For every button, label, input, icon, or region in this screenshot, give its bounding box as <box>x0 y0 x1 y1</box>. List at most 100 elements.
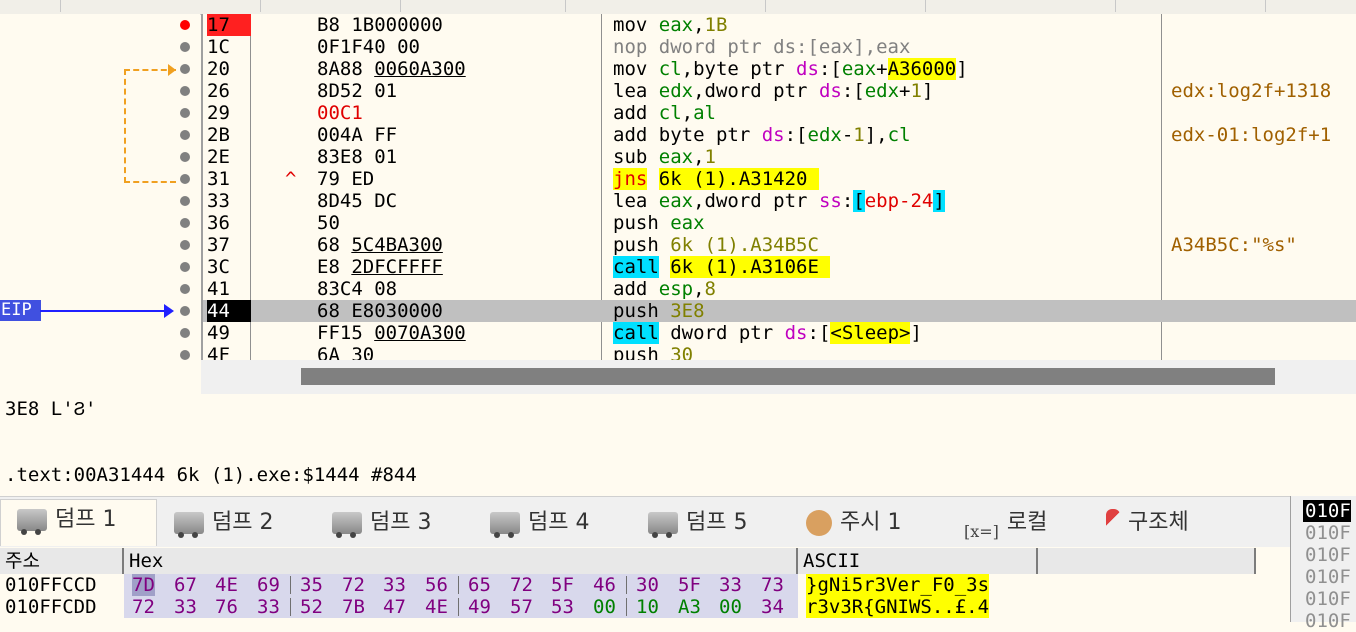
toolbar-segment[interactable] <box>925 0 1116 12</box>
hex-byte[interactable]: 4E <box>425 596 448 618</box>
breakpoint-slot-icon[interactable] <box>180 108 190 118</box>
hex-byte[interactable]: 34 <box>761 596 784 618</box>
disasm-row[interactable]: 33 8D45 DC lea eax,dword ptr ss:[ebp-24] <box>203 190 1356 212</box>
header-hex[interactable]: Hex <box>124 548 798 574</box>
breakpoint-slot-icon[interactable] <box>180 240 190 250</box>
disasm-row[interactable]: 41 83C4 08 add esp,8 <box>203 278 1356 300</box>
tab-6[interactable]: 주시 1 <box>790 503 945 543</box>
hex-group-divider <box>290 576 291 594</box>
toolbar-segment[interactable] <box>60 0 261 12</box>
ascii-text[interactable]: r3v3R{GNIWS..£.4 <box>806 596 990 618</box>
toolbar-segment[interactable] <box>765 0 926 12</box>
breakpoint-slot-icon[interactable] <box>180 152 190 162</box>
disasm-row[interactable]: 1C 0F1F40 00 nop dword ptr ds:[eax],eax <box>203 36 1356 58</box>
hex-byte[interactable]: 33 <box>174 596 197 618</box>
tab-7[interactable]: [x=] 로컬 <box>948 503 1088 543</box>
hex-byte[interactable]: 46 <box>593 574 616 596</box>
tab-1[interactable]: 덤프 1 <box>0 499 157 546</box>
hex-dump-view[interactable]: 주소 Hex ASCII 010FFCCD 7D 67 4E 69 35 72 33 56 65 7… <box>0 548 1290 622</box>
hex-byte[interactable]: 49 <box>468 596 491 618</box>
breakpoint-icon[interactable] <box>180 20 190 30</box>
disassembly-view[interactable]: 17 B8 1B000000 mov eax,1B 1C 0F1F40 00 nop dw… <box>201 14 1356 360</box>
hex-byte[interactable]: 72 <box>342 574 365 596</box>
hex-byte[interactable]: 7D <box>132 574 155 596</box>
ascii-text[interactable]: }gNi5r3Ver_F0_3s <box>806 574 990 596</box>
tab-4[interactable]: 덤프 4 <box>474 503 629 543</box>
disasm-row[interactable]: 2B 004A FF add byte ptr ds:[edx-1],cl edx-0… <box>203 124 1356 146</box>
breakpoint-slot-icon[interactable] <box>180 130 190 140</box>
horizontal-scrollbar[interactable] <box>201 360 1356 394</box>
disasm-row[interactable]: 26 8D52 01 lea edx,dword ptr ds:[edx+1] edx… <box>203 80 1356 102</box>
disasm-row[interactable]: 3C E8 2DFCFFFF call 6k (1).A3106E <box>203 256 1356 278</box>
hex-byte[interactable]: 5F <box>678 574 701 596</box>
instruction-address: 37 <box>207 234 230 256</box>
header-address[interactable]: 주소 <box>0 548 124 574</box>
breakpoint-slot-icon[interactable] <box>180 284 190 294</box>
stack-address[interactable]: 010F <box>1305 610 1351 632</box>
hex-byte[interactable]: 10 <box>636 596 659 618</box>
breakpoint-slot-icon[interactable] <box>180 86 190 96</box>
hex-byte[interactable]: 65 <box>468 574 491 596</box>
tab-8[interactable]: 구조체 <box>1090 503 1235 543</box>
stack-address[interactable]: 010F <box>1305 588 1351 610</box>
scrollbar-thumb[interactable] <box>301 368 1275 385</box>
disasm-row[interactable]: 17 B8 1B000000 mov eax,1B <box>203 14 1356 36</box>
hex-byte[interactable]: A3 <box>678 596 701 618</box>
hex-byte[interactable]: 4E <box>215 574 238 596</box>
toolbar-segment[interactable] <box>565 0 766 12</box>
breakpoint-slot-icon[interactable] <box>180 218 190 228</box>
toolbar-segment[interactable] <box>400 0 566 12</box>
disasm-row[interactable]: 49 FF15 0070A300 call dword ptr ds:[<Sleep… <box>203 322 1356 344</box>
stack-address[interactable]: 010F <box>1305 544 1351 566</box>
breakpoint-slot-icon[interactable] <box>180 306 190 316</box>
hex-byte[interactable]: 7B <box>342 596 365 618</box>
disasm-row[interactable]: 44 68 E8030000 push 3E8 <box>203 300 1356 322</box>
hex-byte[interactable]: 73 <box>761 574 784 596</box>
hex-byte[interactable]: 00 <box>593 596 616 618</box>
disasm-row[interactable]: 31 ^ 79 ED jns 6k (1).A31420 <box>203 168 1356 190</box>
hex-byte[interactable]: 47 <box>383 596 406 618</box>
disasm-row[interactable]: 20 8A88 0060A300 mov cl,byte ptr ds:[eax+A… <box>203 58 1356 80</box>
hex-byte[interactable]: 57 <box>510 596 533 618</box>
toolbar-segment[interactable] <box>1115 0 1266 12</box>
hex-byte[interactable]: 5F <box>551 574 574 596</box>
toolbar-segment[interactable] <box>0 0 61 12</box>
hex-byte[interactable]: 35 <box>300 574 323 596</box>
breakpoint-slot-icon[interactable] <box>180 42 190 52</box>
stack-address[interactable]: 010F <box>1305 522 1351 544</box>
hex-byte[interactable]: 33 <box>383 574 406 596</box>
breakpoint-slot-icon[interactable] <box>180 174 190 184</box>
disasm-row[interactable]: 2E 83E8 01 sub eax,1 <box>203 146 1356 168</box>
dump-row[interactable]: 010FFCCD 7D 67 4E 69 35 72 33 56 65 72 5F 46 30 5F 33 73… <box>0 574 1256 596</box>
hex-byte[interactable]: 52 <box>300 596 323 618</box>
tab-3[interactable]: 덤프 3 <box>316 503 471 543</box>
hex-byte[interactable]: 76 <box>215 596 238 618</box>
dump-row[interactable]: 010FFCDD 72 33 76 33 52 7B 47 4E 49 57 53 00 10 A3 00 34… <box>0 596 1256 618</box>
tab-2[interactable]: 덤프 2 <box>158 503 313 543</box>
toolbar-segment[interactable] <box>260 0 401 12</box>
hex-byte[interactable]: 67 <box>174 574 197 596</box>
hex-byte[interactable]: 33 <box>257 596 280 618</box>
hex-byte[interactable]: 53 <box>551 596 574 618</box>
right-address-panel[interactable]: 010F 010F 010F 010F 010F 010F <box>1290 496 1356 632</box>
hex-byte[interactable]: 72 <box>132 596 155 618</box>
hex-byte[interactable]: 69 <box>257 574 280 596</box>
breakpoint-slot-icon[interactable] <box>180 350 190 360</box>
stack-address[interactable]: 010F <box>1303 500 1351 522</box>
hex-byte[interactable]: 56 <box>425 574 448 596</box>
tab-5[interactable]: 덤프 5 <box>632 503 787 543</box>
disasm-row[interactable]: 4F 6A 30 push 30 <box>203 344 1356 360</box>
breakpoint-slot-icon[interactable] <box>180 328 190 338</box>
disasm-row[interactable]: 36 50 push eax <box>203 212 1356 234</box>
disasm-row[interactable]: 37 68 5C4BA300 push 6k (1).A34B5C A34B5C:"%… <box>203 234 1356 256</box>
breakpoint-slot-icon[interactable] <box>180 262 190 272</box>
hex-byte[interactable]: 72 <box>510 574 533 596</box>
hex-byte[interactable]: 30 <box>636 574 659 596</box>
header-ascii[interactable]: ASCII <box>798 548 1038 574</box>
hex-byte[interactable]: 33 <box>719 574 742 596</box>
breakpoint-slot-icon[interactable] <box>180 64 190 74</box>
stack-address[interactable]: 010F <box>1305 566 1351 588</box>
hex-byte[interactable]: 00 <box>719 596 742 618</box>
breakpoint-slot-icon[interactable] <box>180 196 190 206</box>
disasm-row[interactable]: 29 00C1 add cl,al <box>203 102 1356 124</box>
